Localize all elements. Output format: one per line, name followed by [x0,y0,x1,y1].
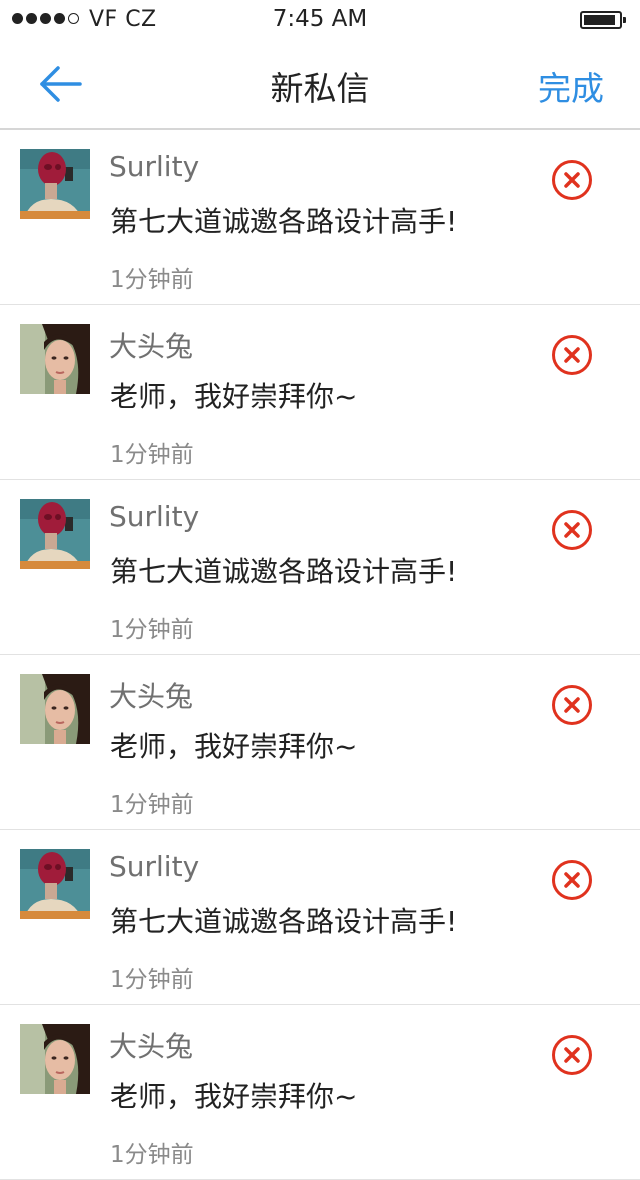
message-item[interactable]: 大头兔老师，我好崇拜你~ 1分钟前 [0,1005,640,1180]
battery-icon [580,11,626,29]
sender-name: Surlity [109,500,200,533]
delete-circle-icon [552,335,592,375]
delete-circle-icon [552,1035,592,1075]
done-button[interactable]: 完成 [538,62,604,110]
status-time: 7:45 AM [272,6,368,32]
message-item[interactable]: 大头兔老师，我好崇拜你~ 1分钟前 [0,655,640,830]
delete-button[interactable] [551,159,593,201]
back-button[interactable] [30,60,86,108]
delete-circle-icon [552,160,592,200]
message-time: 1分钟前 [110,967,194,993]
sender-name: 大头兔 [109,330,194,363]
delete-button[interactable] [551,334,593,376]
sender-name: Surlity [109,850,200,883]
sender-name: Surlity [109,150,200,183]
message-text: 老师，我好崇拜你~ [110,380,358,413]
delete-circle-icon [552,860,592,900]
message-text: 老师，我好崇拜你~ [110,1080,358,1113]
sender-name: 大头兔 [109,1030,194,1063]
delete-circle-icon [552,510,592,550]
message-text: 第七大道诚邀各路设计高手! [110,555,458,588]
avatar[interactable] [20,674,90,744]
avatar[interactable] [20,324,90,394]
avatar[interactable] [20,849,90,919]
avatar[interactable] [20,499,90,569]
message-text: 第七大道诚邀各路设计高手! [110,905,458,938]
message-time: 1分钟前 [110,792,194,818]
delete-button[interactable] [551,859,593,901]
message-time: 1分钟前 [110,617,194,643]
delete-button[interactable] [551,509,593,551]
message-item[interactable]: 大头兔老师，我好崇拜你~ 1分钟前 [0,305,640,480]
sender-name: 大头兔 [109,680,194,713]
delete-button[interactable] [551,1034,593,1076]
message-time: 1分钟前 [110,442,194,468]
nav-bar: 新私信 完成 [0,40,640,130]
message-time: 1分钟前 [110,1142,194,1168]
back-arrow-icon [40,66,82,102]
delete-circle-icon [552,685,592,725]
message-text: 第七大道诚邀各路设计高手! [110,205,458,238]
message-list: Surlity 第七大道诚邀各路设计高手! 1分钟前 大头兔 老师，我好崇拜你~ 1分钟… [0,130,640,1180]
avatar[interactable] [20,149,90,219]
status-bar: VF CZ 7:45 AM [0,0,640,40]
message-text: 老师，我好崇拜你~ [110,730,358,763]
message-time: 1分钟前 [110,267,194,293]
message-item[interactable]: Surlity 第七大道诚邀各路设计高手! 1分钟前 [0,830,640,1005]
delete-button[interactable] [551,684,593,726]
message-item[interactable]: Surlity 第七大道诚邀各路设计高手! 1分钟前 [0,480,640,655]
avatar[interactable] [20,1024,90,1094]
battery-level [584,15,615,25]
message-item[interactable]: Surlity 第七大道诚邀各路设计高手! 1分钟前 [0,130,640,305]
